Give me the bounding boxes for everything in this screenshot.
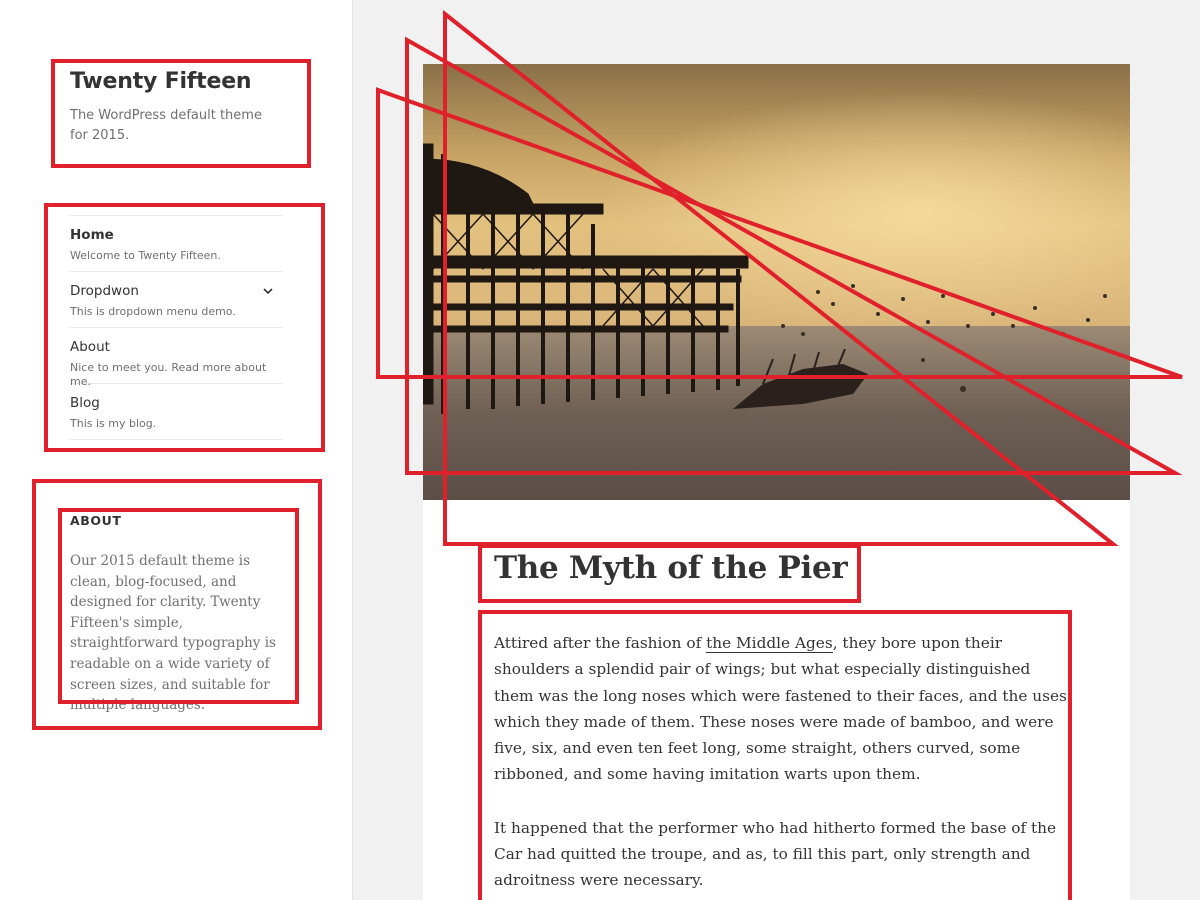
widget-title: ABOUT	[70, 513, 122, 528]
post-article: The Myth of the Pier Attired after the f…	[423, 64, 1130, 900]
menu-item-label[interactable]: Blog	[70, 394, 283, 412]
menu-item-description: Welcome to Twenty Fifteen.	[70, 249, 221, 262]
menu-item-description: This is my blog.	[70, 417, 157, 430]
menu-item-label[interactable]: Dropdwon	[70, 282, 283, 300]
widget-text: Our 2015 default theme is clean, blog-fo…	[70, 553, 276, 714]
menu-item-home[interactable]: Home Welcome to Twenty Fifteen.	[70, 216, 283, 272]
menu-item-label[interactable]: Home	[70, 226, 283, 244]
menu-item-label[interactable]: About	[70, 338, 283, 356]
post-paragraph: Attired after the fashion of the Middle …	[494, 630, 1069, 788]
menu-item-about[interactable]: About Nice to meet you. Read more about …	[70, 328, 283, 388]
middle-ages-link[interactable]: the Middle Ages	[706, 634, 833, 653]
paragraph-text: Attired after the fashion of	[494, 634, 707, 652]
site-title[interactable]: Twenty Fifteen	[70, 69, 252, 94]
post-paragraph: It happened that the performer who had h…	[494, 818, 1057, 890]
pier-sunset-photo	[423, 64, 1130, 500]
menu-item-dropdown[interactable]: Dropdwon This is dropdown menu demo.	[70, 272, 283, 328]
chevron-down-icon[interactable]	[261, 284, 275, 298]
featured-image	[423, 64, 1130, 500]
menu-item-description: This is dropdown menu demo.	[70, 305, 236, 318]
menu-item-blog[interactable]: Blog This is my blog.	[70, 384, 283, 440]
main-navigation: Home Welcome to Twenty Fifteen. Dropdwon…	[70, 215, 283, 440]
site-description: The WordPress default theme for 2015.	[70, 108, 262, 143]
paragraph-text: , they bore upon their shoulders a splen…	[494, 634, 1067, 784]
sidebar: Twenty Fifteen The WordPress default the…	[0, 0, 353, 900]
post-title[interactable]: The Myth of the Pier	[494, 550, 848, 586]
post-content: Attired after the fashion of the Middle …	[494, 630, 1069, 900]
